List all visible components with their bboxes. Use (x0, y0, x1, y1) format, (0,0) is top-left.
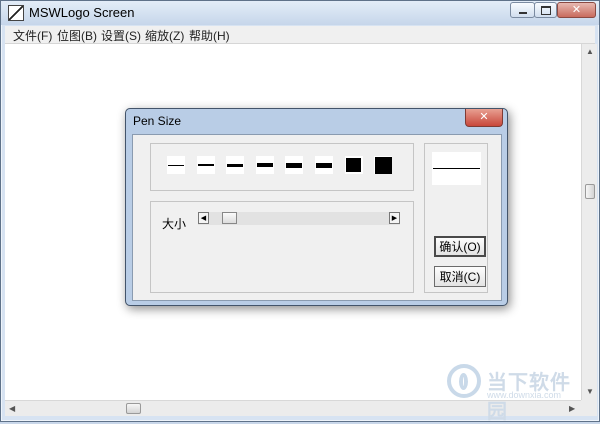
pen-size-option-4[interactable] (255, 156, 274, 174)
vertical-scrollbar[interactable]: ▲ ▼ (581, 44, 597, 400)
slider-right-arrow-icon[interactable]: ▶ (389, 212, 400, 224)
menu-zoom[interactable]: 缩放(Z) (145, 27, 184, 44)
horizontal-scroll-thumb[interactable] (126, 403, 141, 414)
pen-size-sample (168, 164, 184, 166)
menu-settings[interactable]: 设置(S) (101, 27, 141, 44)
mswlogo-app-icon (8, 5, 24, 21)
ok-button[interactable]: 确认(O) (434, 236, 486, 257)
window-title: MSWLogo Screen (29, 5, 135, 20)
pen-size-option-7[interactable] (344, 156, 363, 174)
dialog-title: Pen Size (133, 114, 182, 128)
pen-size-option-8[interactable] (374, 156, 393, 174)
horizontal-scrollbar[interactable]: ◀ ▶ (5, 400, 581, 416)
menu-help[interactable]: 帮助(H) (189, 27, 230, 44)
pen-size-option-3[interactable] (226, 156, 245, 174)
pen-size-sample (256, 163, 273, 167)
scroll-down-icon[interactable]: ▼ (586, 388, 594, 396)
maximize-icon (540, 5, 551, 15)
pen-preview (432, 152, 481, 185)
close-icon: ✕ (571, 3, 582, 16)
pen-size-option-2[interactable] (196, 156, 215, 174)
minimize-button[interactable] (510, 2, 535, 18)
menu-bar: 文件(F) 位图(B) 设置(S) 缩放(Z) 帮助(H) (5, 26, 595, 44)
size-slider-panel: 大小 ◀ ▶ (150, 201, 414, 293)
pen-size-sample (197, 164, 214, 166)
pen-size-option-5[interactable] (285, 156, 304, 174)
size-label: 大小 (162, 217, 187, 231)
preview-line (433, 168, 480, 169)
close-button[interactable]: ✕ (557, 2, 596, 18)
pen-size-sample (374, 156, 392, 174)
pen-size-dialog: Pen Size ✕ 大小 ◀ ▶ 确认(O) 取消(C) (125, 108, 508, 306)
maximize-button[interactable] (534, 2, 557, 18)
size-slider[interactable]: ◀ ▶ (198, 212, 400, 225)
close-icon: ✕ (479, 111, 489, 123)
scroll-left-icon[interactable]: ◀ (9, 405, 15, 413)
menu-bitmap[interactable]: 位图(B) (57, 27, 97, 44)
pen-size-option-6[interactable] (315, 156, 333, 174)
scroll-up-icon[interactable]: ▲ (586, 48, 594, 56)
pen-size-sample (316, 162, 332, 168)
pen-size-option-1[interactable] (167, 156, 185, 174)
pen-size-sample (227, 163, 244, 167)
pen-size-sample (286, 162, 303, 168)
slider-thumb[interactable] (222, 212, 237, 224)
slider-left-arrow-icon[interactable]: ◀ (198, 212, 209, 224)
scrollbar-corner (581, 400, 597, 416)
dialog-close-button[interactable]: ✕ (465, 109, 503, 127)
pen-size-options (150, 143, 414, 191)
pen-size-sample (346, 158, 362, 172)
minimize-icon (518, 12, 527, 14)
scroll-right-icon[interactable]: ▶ (569, 405, 575, 413)
cancel-button[interactable]: 取消(C) (434, 266, 486, 287)
vertical-scroll-thumb[interactable] (585, 184, 595, 199)
dialog-body: 大小 ◀ ▶ 确认(O) 取消(C) (132, 134, 502, 301)
menu-file[interactable]: 文件(F) (13, 27, 52, 44)
